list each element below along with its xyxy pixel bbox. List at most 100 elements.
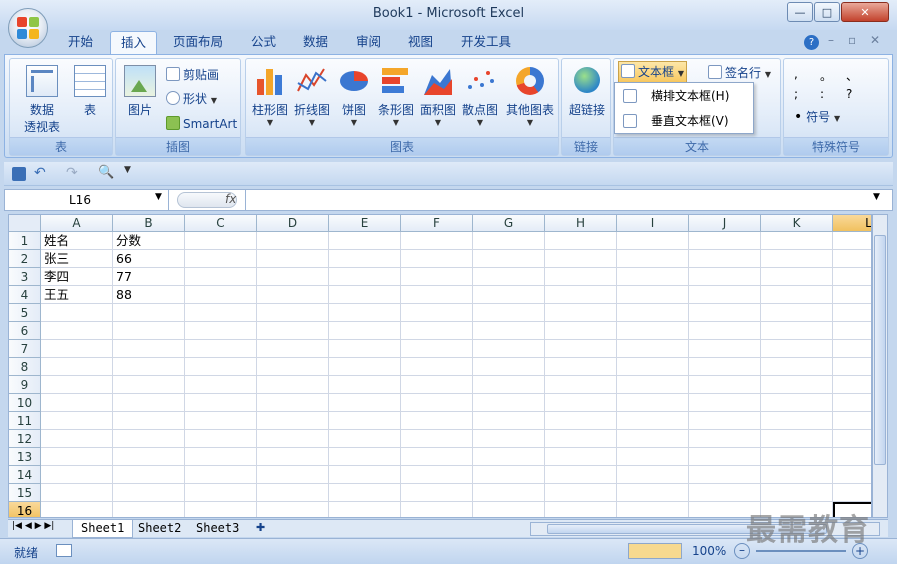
row-header[interactable]: 3 [9,268,41,286]
row-header[interactable]: 15 [9,484,41,502]
macro-record-icon[interactable] [56,544,72,557]
close-button[interactable]: ✕ [841,2,889,22]
other-charts-button[interactable]: 其他图表 ▼ [504,65,556,127]
pivot-table-button[interactable]: 数据 透视表 [16,65,68,135]
minimize-button[interactable]: — [787,2,813,22]
column-header[interactable]: C [185,215,257,232]
column-header[interactable]: B [113,215,185,232]
formula-input[interactable] [245,190,871,210]
tab-data[interactable]: 数据 [293,31,338,55]
vertical-scrollbar[interactable] [872,214,888,518]
column-header[interactable]: D [257,215,329,232]
pie-chart-button[interactable]: 饼图 ▼ [336,65,372,127]
save-icon[interactable] [12,167,26,181]
worksheet-grid[interactable]: A B C D E F G H I J K L 1 2 3 4 5 6 7 8 9 10 11 12 13 14 15 16 姓名 分数张… [8,214,872,518]
textbox-button[interactable]: 文本框 ▼ [618,61,687,83]
zoom-level[interactable]: 100% [692,544,726,558]
vertical-scroll-thumb[interactable] [874,235,886,465]
shapes-button[interactable]: 形状 ▼ [166,89,217,109]
column-header[interactable]: J [689,215,761,232]
table-button[interactable]: 表 [72,65,108,118]
customize-qat-icon[interactable]: ▼ [124,165,131,175]
sheet-nav-icon[interactable]: |◀ ◀ ▶ ▶| [12,521,54,531]
row-header[interactable]: 6 [9,322,41,340]
sheet-tab-1[interactable]: Sheet1 [72,520,134,538]
view-buttons[interactable] [628,543,682,559]
column-header[interactable]: H [545,215,617,232]
redo-icon[interactable]: ↷ [66,165,78,181]
ribbon-close-icon[interactable]: ✕ [870,33,880,47]
expand-formula-icon[interactable]: ▼ [873,192,880,202]
row-header[interactable]: 7 [9,340,41,358]
punct-comma[interactable]: , [794,67,798,81]
menu-item-vertical-textbox[interactable]: 垂直文本框(V) [615,109,753,133]
row-header[interactable]: 16 [9,502,41,517]
name-box[interactable]: L16 [9,190,169,210]
signature-line-button[interactable]: 签名行 ▼ [708,63,771,83]
column-header[interactable]: E [329,215,401,232]
row-header[interactable]: 11 [9,412,41,430]
symbol-button[interactable]: • 符号 ▼ [794,107,840,127]
column-header[interactable]: G [473,215,545,232]
column-header[interactable]: K [761,215,833,232]
cell[interactable]: 王五 [41,286,113,304]
scatter-chart-button[interactable]: 散点图 ▼ [460,65,500,127]
tab-developer[interactable]: 开发工具 [451,31,521,55]
tab-review[interactable]: 审阅 [346,31,391,55]
row-header[interactable]: 12 [9,430,41,448]
punct-period[interactable]: 。 [820,67,832,84]
column-header[interactable]: L [833,215,871,232]
undo-icon[interactable]: ↶ [34,165,46,181]
row-header[interactable]: 9 [9,376,41,394]
menu-item-horizontal-textbox[interactable]: 横排文本框(H) [615,84,753,108]
area-chart-button[interactable]: 面积图 ▼ [418,65,458,127]
sheet-tab-2[interactable]: Sheet2 [130,520,189,538]
cell[interactable]: 姓名 [41,232,113,250]
punct-question[interactable]: ? [846,87,852,101]
tab-view[interactable]: 视图 [398,31,443,55]
clipart-button[interactable]: 剪贴画 [166,65,219,85]
column-header[interactable]: I [617,215,689,232]
select-all-corner[interactable] [9,215,41,232]
row-header[interactable]: 5 [9,304,41,322]
punct-colon[interactable]: : [820,87,824,101]
row-header[interactable]: 13 [9,448,41,466]
row-header[interactable]: 4 [9,286,41,304]
column-chart-button[interactable]: 柱形图 ▼ [250,65,290,127]
cell[interactable]: 分数 [113,232,185,250]
punct-pause[interactable]: 、 [846,67,858,84]
hyperlink-button[interactable]: 超链接 [564,65,610,118]
tab-page-layout[interactable]: 页面布局 [163,31,233,55]
cell[interactable]: 88 [113,286,185,304]
help-icon[interactable]: ? [804,35,819,50]
office-button[interactable] [8,8,48,48]
row-header[interactable]: 1 [9,232,41,250]
zoom-slider[interactable] [756,550,846,552]
tab-home[interactable]: 开始 [58,31,103,55]
line-chart-button[interactable]: 折线图 ▼ [292,65,332,127]
ribbon-minimize-icon[interactable]: – [828,33,834,47]
restore-button[interactable]: □ [814,2,840,22]
row-header[interactable]: 8 [9,358,41,376]
tab-formulas[interactable]: 公式 [241,31,286,55]
ribbon-restore-icon[interactable]: ▫ [848,33,856,47]
cell[interactable]: 77 [113,268,185,286]
cell[interactable]: 66 [113,250,185,268]
insert-sheet-icon[interactable]: ✚ [256,521,265,534]
cell[interactable]: 李四 [41,268,113,286]
row-header[interactable]: 2 [9,250,41,268]
column-header[interactable]: F [401,215,473,232]
picture-button[interactable]: 图片 [120,65,160,118]
punct-semicolon[interactable]: ; [794,87,798,101]
sheet-tab-3[interactable]: Sheet3 [188,520,247,538]
bar-chart-button[interactable]: 条形图 ▼ [376,65,416,127]
column-header[interactable]: A [41,215,113,232]
name-box-dropdown-icon[interactable]: ▼ [155,192,162,202]
smartart-button[interactable]: SmartArt [166,114,237,134]
insert-function-icon[interactable]: fx [225,192,236,206]
tab-insert[interactable]: 插入 [110,31,158,56]
cell[interactable]: 张三 [41,250,113,268]
row-header[interactable]: 10 [9,394,41,412]
row-header[interactable]: 14 [9,466,41,484]
print-preview-icon[interactable]: 🔍 [98,165,114,180]
